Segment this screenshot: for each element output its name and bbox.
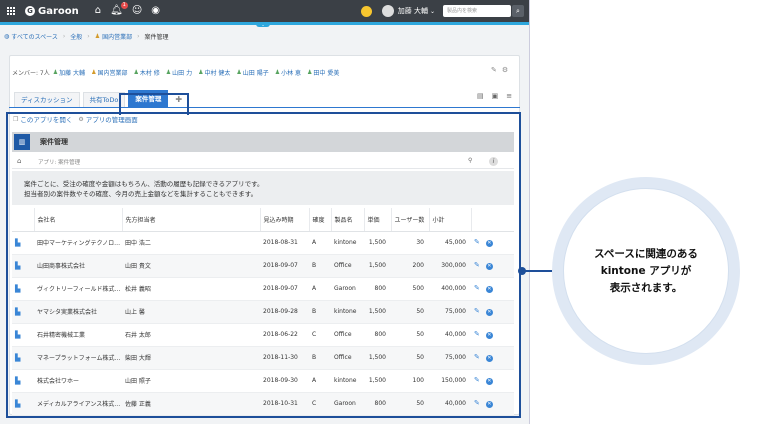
member-link[interactable]: ♟ 小林 恵 [275,68,301,77]
callout-text: スペースに関連のある kintone アプリが 表示されます。 [563,188,729,354]
breadcrumb-current: 案件管理 [144,33,169,41]
globe-icon: ◍ [4,32,10,40]
user-icon: ♟ [307,69,313,76]
top-bar: G Garoon ⌂ 🔔︎ 1 ☺ ◉ 加藤 大輔 ⌄ 製品内を検索 ⌕ [0,0,529,22]
member-count-label: メンバー: 7人 [12,70,50,77]
logo-text: Garoon [38,5,79,17]
member-view-icon[interactable]: ▤ [477,92,484,100]
user-icon: ♟ [133,69,139,76]
screenshot-frame: G Garoon ⌂ 🔔︎ 1 ☺ ◉ 加藤 大輔 ⌄ 製品内を検索 ⌕ ⌄ ◍ す… [0,0,530,424]
pencil-icon[interactable]: ✎ [491,66,497,74]
breadcrumb: ◍ すべてのスペース › 全般 › ♟ 国内営業部 › 案件管理 [4,30,169,42]
member-link[interactable]: ♟ 田中 愛美 [307,68,339,77]
garoon-logo-icon: G [25,6,35,16]
user-icon: ♟ [165,69,172,76]
breadcrumb-all-spaces[interactable]: ◍ すべてのスペース › [4,32,70,41]
avatar[interactable] [381,5,394,17]
breadcrumb-domestic-sales[interactable]: ♟ 国内営業部 › [95,32,145,41]
compass-icon[interactable]: ◉ [151,0,160,22]
app-highlight [6,112,521,418]
top-bar-right: 加藤 大輔 ⌄ 製品内を検索 ⌕ [360,0,524,22]
print-icon[interactable]: ▣ [492,92,499,100]
gear-icon[interactable]: ⚙ [502,66,508,74]
tab-discussion[interactable]: ディスカッション [14,92,80,107]
home-icon[interactable]: ⌂ [95,0,101,22]
member-link[interactable]: ♟ 山田 力 [166,68,192,77]
app-menu-icon[interactable] [7,7,15,15]
menu-icon[interactable]: ≡ [506,92,512,100]
callout-line-3: 表示されます。 [609,281,683,294]
user-icon: ♟ [236,69,242,76]
search-icon[interactable]: ⌕ [512,5,524,17]
group-icon: ♟ [91,69,97,76]
garoon-logo[interactable]: G Garoon [25,6,79,17]
user-icon: ♟ [274,69,281,76]
chevron-down-icon[interactable]: ⌄ [430,8,435,15]
tab-tools: ▤ ▣ ≡ [469,92,512,100]
member-link[interactable]: ♟ 木村 修 [133,68,159,77]
bell-icon[interactable]: 🔔︎ 1 [110,0,128,22]
user-icon: ♟ [198,69,204,76]
callout-line-2: kintone アプリが [600,264,692,277]
user-name[interactable]: 加藤 大輔 [398,6,428,16]
breadcrumb-general[interactable]: 全般 › [70,32,94,41]
header-accent-bar: ⌄ [0,22,529,27]
tab-underline [9,107,520,108]
callout-connector-dot [518,267,526,275]
member-link[interactable]: ♟ 山田 陽子 [236,68,268,77]
smile-icon[interactable]: ☺ [132,0,142,22]
member-list: メンバー: 7人 ♟ 加藤 大輔 ♟ 国内営業部 ♟ 木村 修 ♟ 山田 力 ♟ 中村 健… [12,68,345,77]
status-icon[interactable] [360,5,372,17]
callout-line-1: スペースに関連のある [594,247,698,260]
search-input[interactable]: 製品内を検索 [443,5,511,17]
notification-badge: 1 [120,2,128,9]
user-icon: ♟ [52,69,59,76]
collapse-toggle-icon[interactable]: ⌄ [256,22,270,27]
member-tools: ✎ ⚙ [486,66,508,74]
group-icon: ♟ [94,32,101,40]
member-link[interactable]: ♟ 国内営業部 [91,68,127,77]
member-link[interactable]: ♟ 加藤 大輔 [53,68,85,77]
member-link[interactable]: ♟ 中村 健太 [198,68,230,77]
